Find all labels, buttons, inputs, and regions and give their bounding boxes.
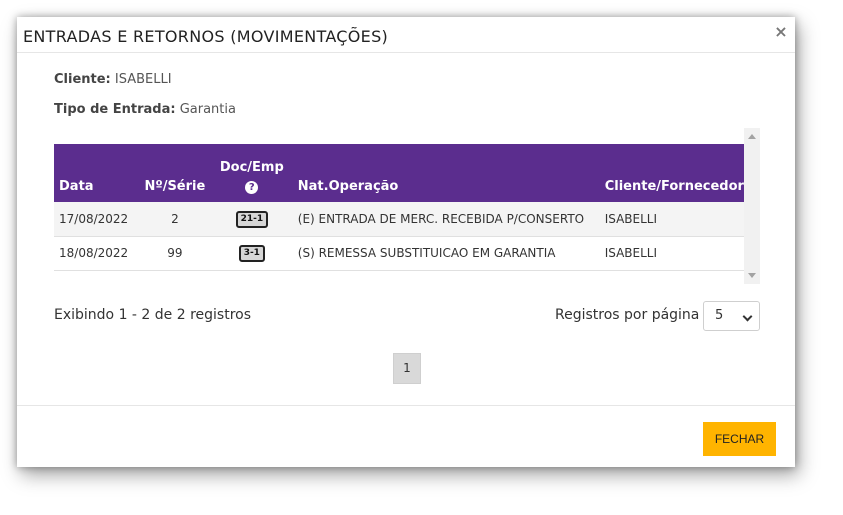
cell-natop: (E) ENTRADA DE MERC. RECEBIDA P/CONSERTO bbox=[297, 211, 585, 226]
tipo-entrada-info: Tipo de Entrada: Garantia bbox=[54, 102, 236, 117]
col-header-nserie[interactable]: Nº/Série bbox=[139, 144, 211, 202]
doc-badge[interactable]: 3-1 bbox=[238, 245, 265, 262]
cell-cliforn: ISABELLI bbox=[604, 211, 658, 226]
table-row[interactable]: 18/08/2022 99 3-1 (S) REMESSA SUBSTITUIC… bbox=[54, 236, 744, 270]
tipo-entrada-label: Tipo de Entrada: bbox=[54, 102, 176, 117]
cliente-info: Cliente: ISABELLI bbox=[54, 72, 172, 87]
table-scrollbar[interactable] bbox=[744, 128, 760, 284]
cell-data: 18/08/2022 bbox=[59, 246, 129, 260]
cell-natop: (S) REMESSA SUBSTITUICAO EM GARANTIA bbox=[297, 246, 556, 260]
cell-data: 17/08/2022 bbox=[59, 211, 129, 226]
col-header-cliforn[interactable]: Cliente/Fornecedor bbox=[600, 144, 744, 202]
cell-docemp: 3-1 bbox=[211, 236, 293, 270]
col-header-data[interactable]: Data bbox=[54, 144, 139, 202]
per-page-value: 5 bbox=[715, 308, 724, 323]
scroll-down-icon[interactable] bbox=[748, 273, 756, 278]
col-header-docemp[interactable]: Doc/Emp ? bbox=[211, 144, 293, 202]
cell-cliforn: ISABELLI bbox=[604, 246, 658, 260]
movimentacoes-table: Data Nº/Série Doc/Emp ? Nat.Operação Cli… bbox=[54, 144, 744, 271]
per-page-label: Registros por página bbox=[555, 307, 700, 323]
page-button-1[interactable]: 1 bbox=[393, 353, 421, 384]
cliente-value: ISABELLI bbox=[114, 72, 172, 87]
cliente-label: Cliente: bbox=[54, 72, 111, 87]
scroll-up-icon[interactable] bbox=[748, 134, 756, 139]
modal-title: ENTRADAS E RETORNOS (MOVIMENTAÇÕES) bbox=[23, 27, 389, 46]
cell-nserie: 99 bbox=[167, 246, 183, 260]
docemp-label: Doc/Emp bbox=[219, 160, 284, 175]
table-container: Data Nº/Série Doc/Emp ? Nat.Operação Cli… bbox=[54, 128, 760, 284]
table-header-row: Data Nº/Série Doc/Emp ? Nat.Operação Cli… bbox=[54, 144, 744, 202]
cell-docemp: 21-1 bbox=[211, 202, 293, 236]
per-page-select[interactable]: 5 bbox=[703, 301, 760, 331]
fechar-button[interactable]: FECHAR bbox=[703, 422, 776, 456]
chevron-down-icon bbox=[742, 311, 753, 322]
col-header-natop[interactable]: Nat.Operação bbox=[293, 144, 600, 202]
question-circle-icon[interactable]: ? bbox=[245, 181, 259, 194]
movimentacoes-modal: ENTRADAS E RETORNOS (MOVIMENTAÇÕES) × Cl… bbox=[17, 17, 795, 467]
modal-header: ENTRADAS E RETORNOS (MOVIMENTAÇÕES) × bbox=[17, 17, 795, 53]
cell-nserie: 2 bbox=[171, 211, 179, 226]
tipo-entrada-value: Garantia bbox=[179, 102, 236, 117]
footer-divider bbox=[17, 405, 795, 406]
records-summary: Exibindo 1 - 2 de 2 registros bbox=[54, 307, 252, 323]
table-row[interactable]: 17/08/2022 2 21-1 (E) ENTRADA DE MERC. R… bbox=[54, 202, 744, 236]
close-icon[interactable]: × bbox=[773, 23, 789, 41]
doc-badge[interactable]: 21-1 bbox=[235, 210, 269, 228]
